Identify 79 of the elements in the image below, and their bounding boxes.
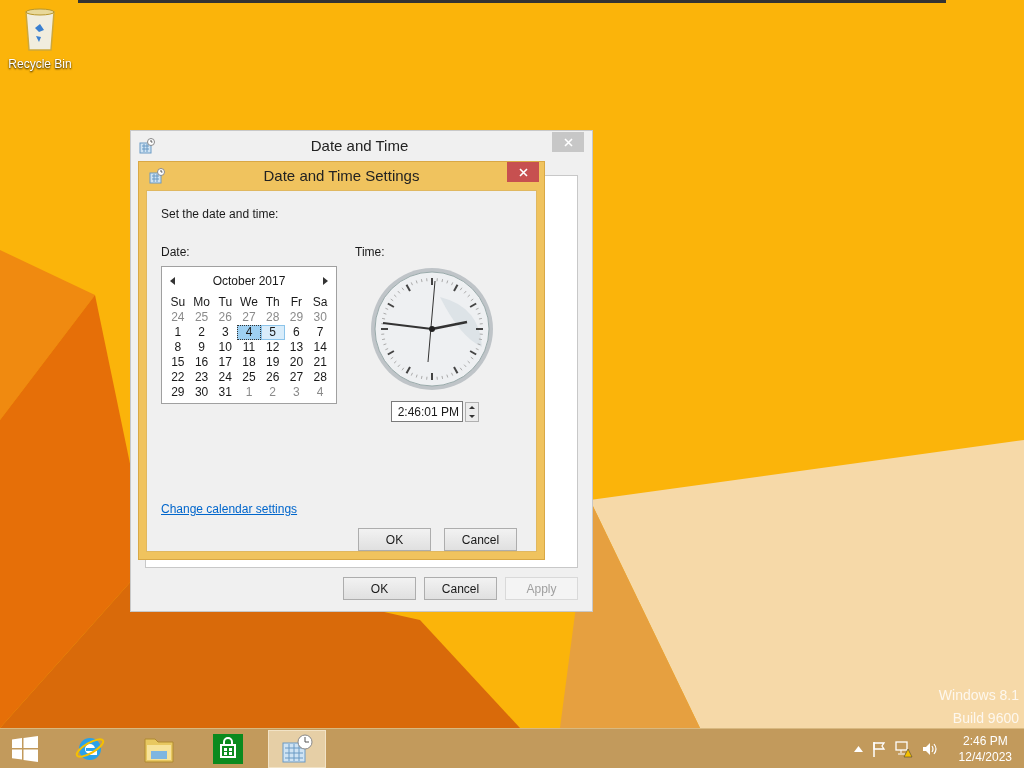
time-field[interactable]: 2:46:01 PM — [391, 401, 463, 422]
calendar-day[interactable]: 16 — [189, 355, 214, 370]
calendar-day[interactable]: 28 — [260, 310, 285, 325]
os-watermark-text: Build 9600 — [952, 709, 1019, 728]
weekday-header: Th — [264, 295, 281, 310]
calendar-day[interactable]: 19 — [260, 355, 285, 370]
calendar-day[interactable]: 5 — [260, 325, 285, 340]
calendar-day[interactable]: 20 — [284, 355, 309, 370]
calendar-day[interactable]: 7 — [308, 325, 332, 340]
calendar-day[interactable]: 4 — [308, 385, 332, 400]
calendar-day[interactable]: 22 — [166, 370, 190, 385]
next-month-arrow-icon[interactable] — [323, 277, 328, 285]
calendar-day[interactable]: 18 — [237, 355, 261, 370]
calendar-day[interactable]: 1 — [166, 325, 190, 340]
calendar-day[interactable]: 28 — [308, 370, 332, 385]
calendar-day[interactable]: 9 — [189, 340, 214, 355]
calendar-day[interactable]: 14 — [308, 340, 332, 355]
calendar-day[interactable]: 10 — [213, 340, 238, 355]
calendar-clock-icon — [281, 733, 313, 764]
calendar-day[interactable]: 3 — [213, 325, 238, 340]
calendar-day[interactable]: 26 — [213, 310, 238, 325]
dialog-button[interactable]: Cancel — [444, 528, 517, 551]
instruction-text: Set the date and time: — [161, 206, 280, 223]
calendar-day[interactable]: 3 — [284, 385, 309, 400]
dialog-button[interactable]: OK — [343, 577, 416, 600]
calendar-day[interactable]: 17 — [213, 355, 238, 370]
calendar-day[interactable]: 23 — [189, 370, 214, 385]
calendar-day[interactable]: 8 — [166, 340, 190, 355]
calendar-day[interactable]: 25 — [237, 370, 261, 385]
calendar-day[interactable]: 30 — [189, 385, 214, 400]
calendar-day[interactable]: 29 — [284, 310, 309, 325]
previous-month-arrow-icon[interactable] — [170, 277, 175, 285]
calendar-day[interactable]: 12 — [260, 340, 285, 355]
close-button[interactable] — [507, 162, 539, 182]
close-button[interactable] — [552, 132, 584, 152]
time-spinner[interactable] — [465, 401, 479, 422]
weekday-header: Fr — [289, 295, 304, 310]
calendar-day[interactable]: 21 — [308, 355, 332, 370]
month-title[interactable]: October 2017 — [212, 272, 286, 290]
calendar-day[interactable]: 2 — [260, 385, 285, 400]
calendar-day[interactable]: 13 — [284, 340, 309, 355]
calendar-day[interactable]: 31 — [213, 385, 238, 400]
calendar-day[interactable]: 27 — [284, 370, 309, 385]
recycle-bin-icon[interactable] — [23, 8, 57, 52]
calendar-day[interactable]: 15 — [166, 355, 190, 370]
calendar-clock-icon — [139, 138, 155, 154]
window-title: Date and Time — [309, 135, 410, 156]
calendar-clock-icon — [149, 168, 165, 184]
calendar-day[interactable]: 6 — [284, 325, 309, 340]
calendar-day[interactable]: 11 — [237, 340, 261, 355]
close-icon — [563, 137, 573, 147]
taskbar-app-button[interactable] — [268, 729, 326, 768]
calendar-day[interactable]: 26 — [260, 370, 285, 385]
date-label: Date: — [161, 244, 191, 261]
network-warning-icon[interactable] — [894, 739, 913, 758]
calendar-day[interactable]: 2 — [189, 325, 214, 340]
weekday-header: Sa — [311, 295, 329, 310]
os-watermark-text: Windows 8.1 — [938, 686, 1019, 705]
shopping-bag-icon — [213, 733, 243, 764]
close-icon — [518, 167, 528, 177]
calendar-day[interactable]: 24 — [166, 310, 190, 325]
calendar-day[interactable]: 30 — [308, 310, 332, 325]
weekday-header: Su — [169, 295, 187, 310]
calendar-day[interactable]: 29 — [166, 385, 190, 400]
dialog-button[interactable]: OK — [358, 528, 431, 551]
calendar-day[interactable]: 25 — [189, 310, 214, 325]
window-title: Date and Time Settings — [262, 165, 421, 186]
flag-icon[interactable] — [871, 740, 886, 757]
calendar-day[interactable]: 4 — [237, 325, 261, 340]
dialog-button[interactable]: Cancel — [424, 577, 497, 600]
calendar-day[interactable]: 1 — [237, 385, 261, 400]
change-calendar-settings-link[interactable]: Change calendar settings — [161, 502, 298, 516]
calendar-day[interactable]: 24 — [213, 370, 238, 385]
show-hidden-icons-arrow-icon[interactable] — [853, 745, 863, 752]
weekday-header: Tu — [217, 295, 234, 310]
weekday-header: Mo — [192, 295, 211, 310]
windows-logo-icon — [12, 735, 38, 762]
weekday-header: We — [239, 295, 259, 310]
time-label: Time: — [355, 244, 386, 261]
